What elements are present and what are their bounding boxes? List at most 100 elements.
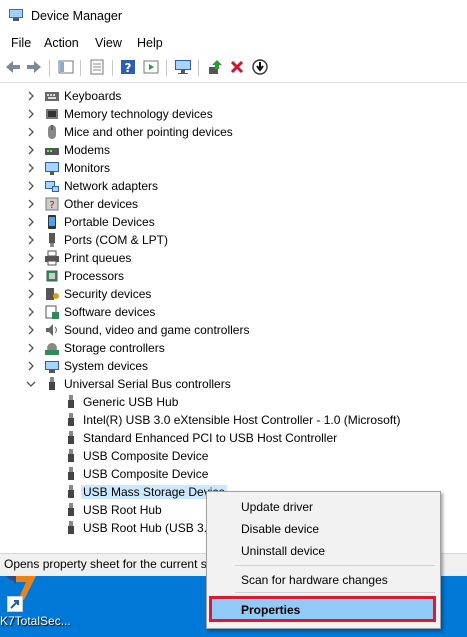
menu-item-properties[interactable]: Properties: [241, 603, 300, 617]
monitor-icon: [45, 162, 59, 175]
uninstall-icon[interactable]: [228, 58, 246, 76]
title-bar: Device Manager: [0, 0, 467, 32]
chevron-right-icon[interactable]: [25, 288, 37, 300]
usb-device-icon: [68, 413, 74, 426]
properties-icon[interactable]: [88, 58, 106, 76]
svg-text:?: ?: [125, 61, 132, 75]
forward-icon[interactable]: [25, 58, 43, 76]
chevron-right-icon[interactable]: [25, 126, 37, 138]
status-text: Opens property sheet for the current se: [4, 557, 214, 571]
menu-file[interactable]: File: [10, 36, 32, 50]
properties-highlight[interactable]: Properties: [209, 596, 436, 622]
menu-help[interactable]: Help: [136, 36, 164, 50]
action-pane-icon[interactable]: [142, 58, 160, 76]
tree-label: Processors: [64, 269, 125, 283]
tree-node-sound-video-game[interactable]: Sound, video and game controllers: [0, 321, 467, 339]
tree-node-usb-child[interactable]: USB Composite Device: [0, 447, 467, 465]
tree-label: Memory technology devices: [64, 107, 213, 121]
chevron-right-icon[interactable]: [25, 252, 37, 264]
tree-label: Software devices: [64, 305, 156, 319]
tree-label: Print queues: [64, 251, 132, 265]
toolbar-separator: [49, 60, 50, 76]
other-devices-icon: ?: [45, 197, 59, 211]
device-manager-window: Device Manager File Action View Help ? K…: [0, 0, 467, 576]
tree-node-monitors[interactable]: Monitors: [0, 159, 467, 177]
tree-node-processors[interactable]: Processors: [0, 267, 467, 285]
update-driver-icon[interactable]: [206, 58, 224, 76]
tree-node-keyboards[interactable]: Keyboards: [0, 87, 467, 105]
tree-label: Sound, video and game controllers: [64, 323, 250, 337]
menu-item-update-driver[interactable]: Update driver: [241, 500, 313, 514]
printer-icon: [45, 250, 59, 266]
menu-item-uninstall-device[interactable]: Uninstall device: [241, 544, 325, 558]
device-manager-app-icon: [9, 9, 23, 21]
chevron-right-icon[interactable]: [25, 342, 37, 354]
tree-node-usb-child[interactable]: Generic USB Hub: [0, 393, 467, 411]
tree-node-network-adapters[interactable]: Network adapters: [0, 177, 467, 195]
menu-item-disable-device[interactable]: Disable device: [241, 522, 319, 536]
tree-label: Storage controllers: [64, 341, 165, 355]
tree-label: Generic USB Hub: [83, 395, 179, 409]
menu-item-scan-hardware[interactable]: Scan for hardware changes: [241, 573, 388, 587]
tree-label: USB Root Hub (USB 3.0): [83, 521, 218, 535]
back-icon[interactable]: [4, 58, 22, 76]
scan-hardware-icon[interactable]: [174, 58, 192, 76]
chevron-down-icon[interactable]: [25, 378, 37, 390]
tree-node-memory-technology-devices[interactable]: Memory technology devices: [0, 105, 467, 123]
menu-view[interactable]: View: [94, 36, 123, 50]
tree-node-other-devices[interactable]: ? Other devices: [0, 195, 467, 213]
show-hide-tree-icon[interactable]: [57, 58, 75, 76]
chevron-right-icon[interactable]: [25, 108, 37, 120]
tree-node-ports[interactable]: Ports (COM & LPT): [0, 231, 467, 249]
chevron-right-icon[interactable]: [25, 90, 37, 102]
chevron-right-icon[interactable]: [25, 306, 37, 318]
disable-icon[interactable]: [251, 58, 269, 76]
keyboard-icon: [45, 92, 59, 101]
svg-text:?: ?: [49, 200, 54, 211]
tree-node-usb-child[interactable]: Intel(R) USB 3.0 eXtensible Host Control…: [0, 411, 467, 429]
tree-node-usb-child[interactable]: Standard Enhanced PCI to USB Host Contro…: [0, 429, 467, 447]
help-icon[interactable]: ?: [119, 58, 137, 76]
tree-label: Mice and other pointing devices: [64, 125, 233, 139]
tree-node-software-devices[interactable]: Software devices: [0, 303, 467, 321]
tree-node-security-devices[interactable]: Security devices: [0, 285, 467, 303]
chevron-right-icon[interactable]: [25, 198, 37, 210]
chevron-right-icon[interactable]: [25, 324, 37, 336]
tree-label: Other devices: [64, 197, 139, 211]
tree-label: Network adapters: [64, 179, 159, 193]
usb-device-icon: [68, 485, 74, 498]
memory-icon: [46, 109, 58, 119]
chevron-right-icon[interactable]: [25, 162, 37, 174]
tree-node-storage-controllers[interactable]: Storage controllers: [0, 339, 467, 357]
tree-label: Standard Enhanced PCI to USB Host Contro…: [83, 431, 338, 445]
device-tree[interactable]: Keyboards Memory technology devices Mice…: [0, 82, 467, 554]
chevron-right-icon[interactable]: [25, 360, 37, 372]
chevron-right-icon[interactable]: [25, 234, 37, 246]
system-icon: [45, 361, 59, 373]
modem-icon: [45, 148, 59, 155]
sound-icon: [46, 324, 57, 336]
chevron-right-icon[interactable]: [25, 216, 37, 228]
toolbar: ?: [0, 55, 467, 81]
network-icon: [45, 181, 59, 192]
chevron-right-icon[interactable]: [25, 180, 37, 192]
menu-action[interactable]: Action: [43, 36, 80, 50]
menu-separator: [235, 565, 435, 566]
usb-device-icon: [68, 467, 74, 480]
tree-label: Portable Devices: [64, 215, 155, 229]
tree-node-usb-controllers[interactable]: Universal Serial Bus controllers: [0, 375, 467, 393]
shortcut-arrow-icon[interactable]: [7, 596, 23, 612]
tree-node-system-devices[interactable]: System devices: [0, 357, 467, 375]
tree-node-modems[interactable]: Modems: [0, 141, 467, 159]
tree-label: Monitors: [64, 161, 111, 175]
tree-node-usb-child[interactable]: USB Composite Device: [0, 465, 467, 483]
tree-node-portable-devices[interactable]: Portable Devices: [0, 213, 467, 231]
mouse-icon: [48, 125, 56, 139]
chevron-right-icon[interactable]: [25, 144, 37, 156]
menu-bar: File Action View Help: [0, 32, 467, 54]
tree-node-print-queues[interactable]: Print queues: [0, 249, 467, 267]
toolbar-separator: [166, 60, 167, 76]
tree-node-mice[interactable]: Mice and other pointing devices: [0, 123, 467, 141]
chevron-right-icon[interactable]: [25, 270, 37, 282]
desktop-shortcut-label[interactable]: K7TotalSec...: [0, 614, 71, 628]
